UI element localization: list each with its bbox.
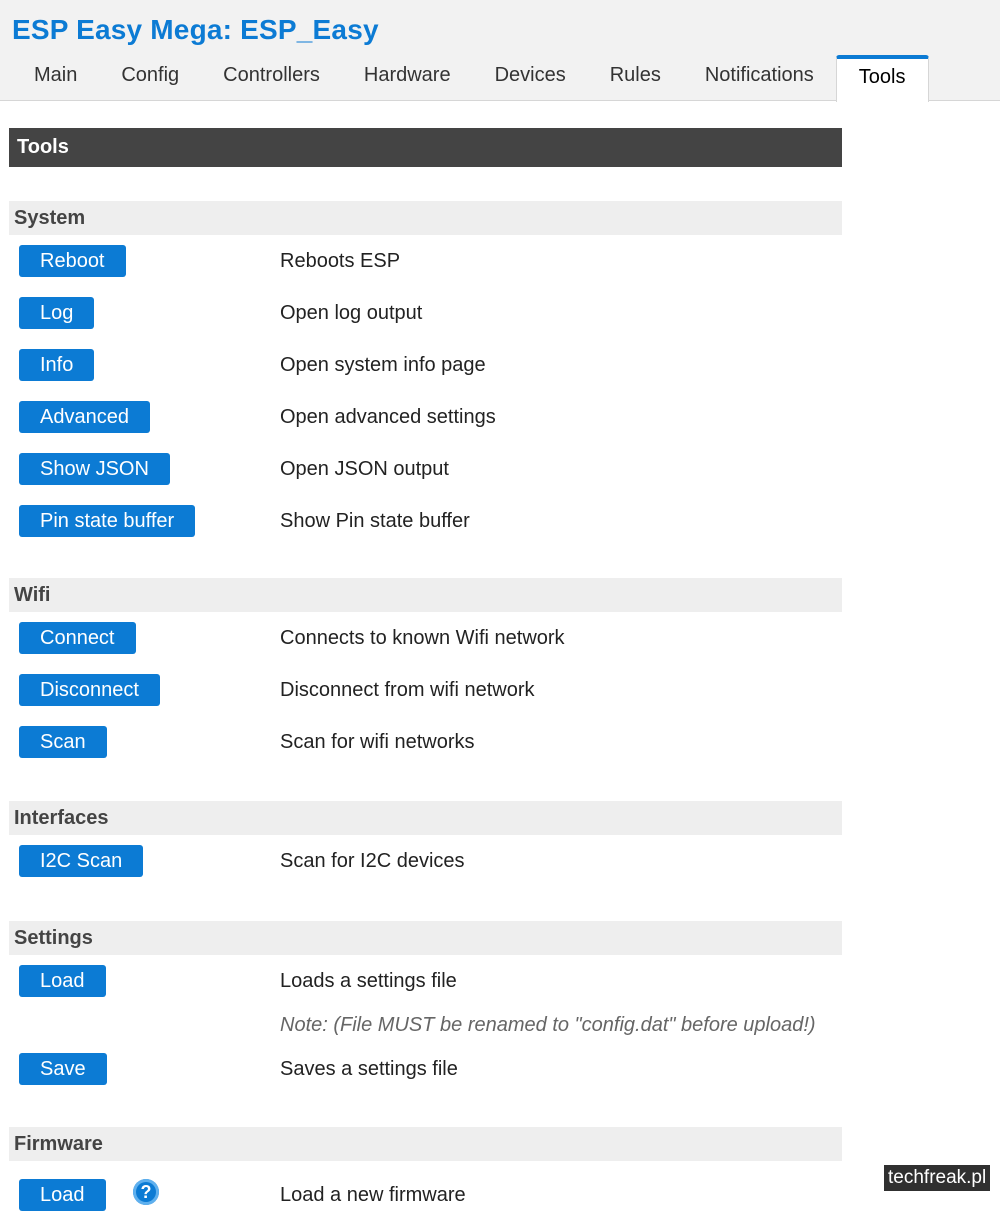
app-title: ESP Easy Mega: ESP_Easy [12,14,379,45]
tab-controllers[interactable]: Controllers [201,55,342,97]
pin-state-buffer-description: Show Pin state buffer [280,510,470,532]
info-description: Open system info page [280,354,486,376]
scan-description: Scan for wifi networks [280,731,475,753]
section-interfaces-title: Interfaces [9,801,842,835]
connect-button[interactable]: Connect [19,622,136,654]
log-description: Open log output [280,302,423,324]
help-icon[interactable]: ? [133,1179,159,1205]
tool-row-disconnect: Disconnect Disconnect from wifi network [9,664,842,716]
show-json-description: Open JSON output [280,458,449,480]
settings-note-row: Note: (File MUST be renamed to "config.d… [9,1007,842,1043]
show-json-button[interactable]: Show JSON [19,453,170,485]
section-firmware-title: Firmware [9,1127,842,1161]
header: ESP Easy Mega: ESP_Easy Main Config Cont… [0,0,1000,102]
tab-tools[interactable]: Tools [835,55,929,102]
settings-load-description: Loads a settings file [280,970,457,992]
pin-state-buffer-button[interactable]: Pin state buffer [19,505,196,537]
advanced-button[interactable]: Advanced [19,401,150,433]
tool-row-scan: Scan Scan for wifi networks [9,716,842,768]
section-system-title: System [9,201,842,235]
log-button[interactable]: Log [19,297,95,329]
reboot-button[interactable]: Reboot [19,245,126,277]
settings-save-description: Saves a settings file [280,1058,458,1080]
disconnect-button[interactable]: Disconnect [19,674,160,706]
i2c-scan-description: Scan for I2C devices [280,850,465,872]
settings-load-button[interactable]: Load [19,965,106,997]
disconnect-description: Disconnect from wifi network [280,679,535,701]
main-content: Tools System Reboot Reboots ESP Log Open… [9,128,842,1213]
connect-description: Connects to known Wifi network [280,627,565,649]
tool-row-settings-load: Load Loads a settings file [9,955,842,1007]
tab-config[interactable]: Config [99,55,201,97]
tab-main[interactable]: Main [12,55,99,97]
tab-rules[interactable]: Rules [588,55,683,97]
reboot-description: Reboots ESP [280,250,401,272]
tool-row-i2c-scan: I2C Scan Scan for I2C devices [9,835,842,887]
tool-row-reboot: Reboot Reboots ESP [9,235,842,287]
tool-row-connect: Connect Connects to known Wifi network [9,612,842,664]
scan-button[interactable]: Scan [19,726,107,758]
tool-row-advanced: Advanced Open advanced settings [9,391,842,443]
section-settings-title: Settings [9,921,842,955]
tool-row-log: Log Open log output [9,287,842,339]
tool-row-show-json: Show JSON Open JSON output [9,443,842,495]
advanced-description: Open advanced settings [280,406,496,428]
i2c-scan-button[interactable]: I2C Scan [19,845,144,877]
settings-note: Note: (File MUST be renamed to "config.d… [280,1014,816,1036]
firmware-load-button[interactable]: Load [19,1179,106,1211]
tab-notifications[interactable]: Notifications [683,55,836,97]
tool-row-info: Info Open system info page [9,339,842,391]
info-button[interactable]: Info [19,349,95,381]
page-heading: Tools [9,128,842,167]
tab-devices[interactable]: Devices [473,55,588,97]
nav-tabs: Main Config Controllers Hardware Devices… [12,55,929,102]
tab-hardware[interactable]: Hardware [342,55,473,97]
tool-row-firmware-load: Load ? Load a new firmware [9,1161,842,1213]
watermark: techfreak.pl [884,1165,991,1191]
settings-save-button[interactable]: Save [19,1053,107,1085]
firmware-load-description: Load a new firmware [280,1184,466,1206]
tool-row-pin-state: Pin state buffer Show Pin state buffer [9,495,842,547]
tool-row-settings-save: Save Saves a settings file [9,1043,842,1095]
section-wifi-title: Wifi [9,578,842,612]
